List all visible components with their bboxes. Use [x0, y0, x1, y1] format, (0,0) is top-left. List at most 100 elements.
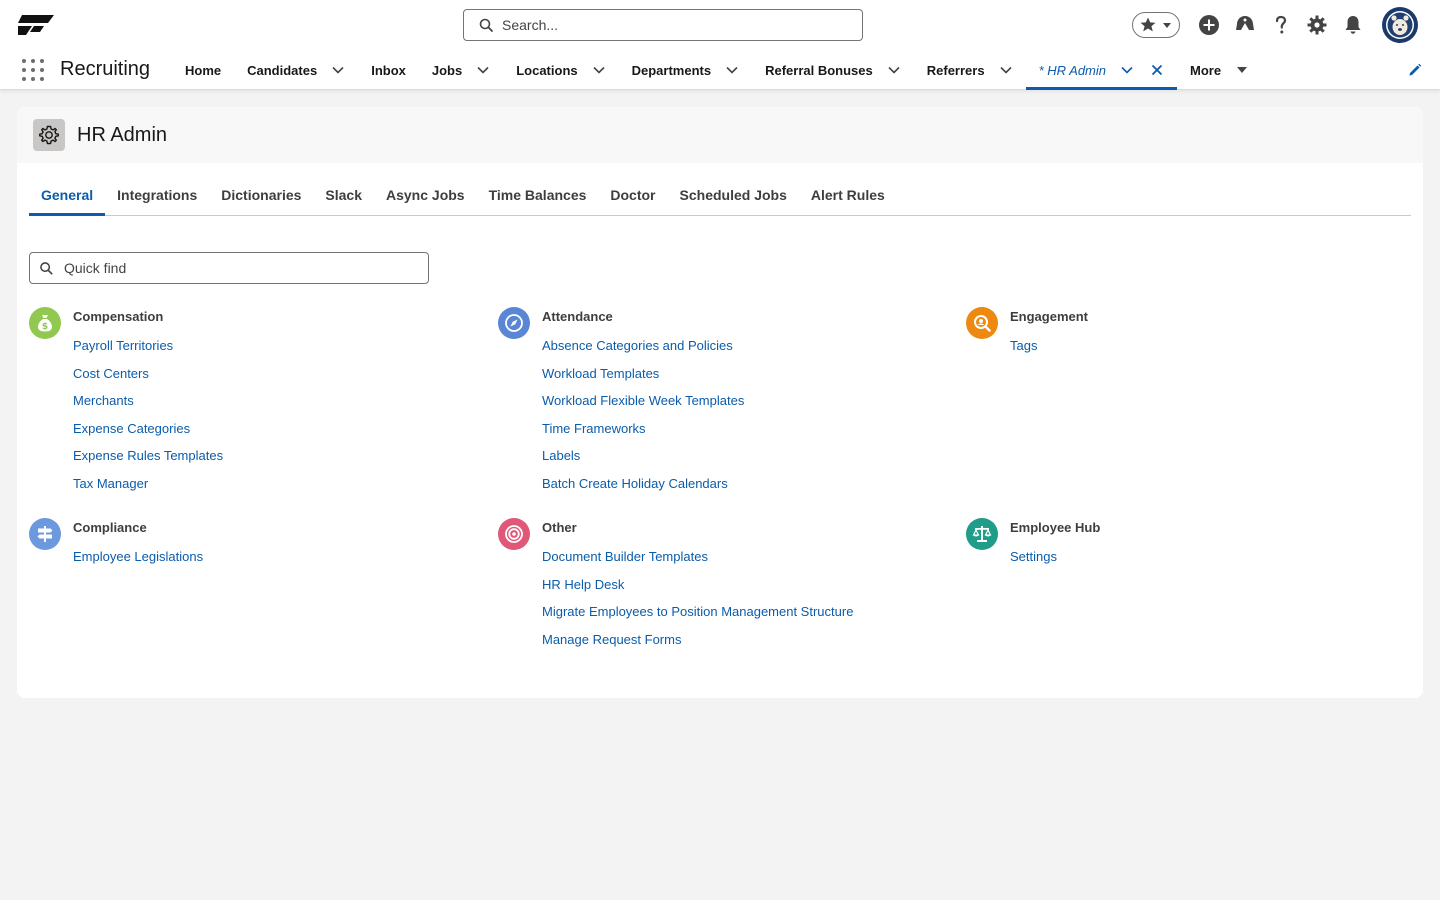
nav-item-jobs[interactable]: Jobs — [419, 50, 503, 90]
section-links: Absence Categories and Policies Workload… — [542, 338, 744, 503]
section-title: Employee Hub — [1010, 520, 1101, 535]
link-cost-centers[interactable]: Cost Centers — [73, 366, 223, 394]
nav-item-label: Locations — [516, 62, 578, 78]
page-header: HR Admin — [17, 107, 1423, 163]
quick-find-input[interactable]: Quick find — [29, 252, 429, 284]
help-button[interactable] — [1268, 12, 1294, 38]
link-tags[interactable]: Tags — [1010, 338, 1037, 366]
setup-gear-icon — [1307, 15, 1327, 35]
search-placeholder: Search... — [502, 17, 559, 33]
nav-item-home[interactable]: Home — [172, 50, 234, 90]
link-hr-help-desk[interactable]: HR Help Desk — [542, 577, 853, 605]
nav-item-label: Inbox — [371, 62, 406, 78]
nav-item-locations[interactable]: Locations — [503, 50, 618, 90]
favorites-star-icon[interactable] — [1138, 15, 1158, 35]
notifications-bell-icon — [1345, 16, 1361, 34]
nav-item-candidates[interactable]: Candidates — [234, 50, 358, 90]
link-expense-categories[interactable]: Expense Categories — [73, 421, 223, 449]
nav-item-more[interactable]: More — [1177, 50, 1262, 90]
engagement-search-icon — [966, 307, 998, 339]
link-workload-flexible-week-templates[interactable]: Workload Flexible Week Templates — [542, 393, 744, 421]
nav-item-label: Departments — [631, 62, 712, 78]
chevron-down-icon[interactable] — [887, 63, 901, 77]
app-name: Recruiting — [60, 58, 151, 80]
user-avatar[interactable] — [1382, 7, 1418, 43]
gear-icon — [39, 125, 59, 145]
tab-async-jobs[interactable]: Async Jobs — [374, 181, 477, 216]
chevron-down-icon[interactable] — [331, 63, 345, 77]
nav-item-label: Referrers — [926, 62, 985, 78]
link-settings[interactable]: Settings — [1010, 549, 1057, 577]
link-migrate-employees[interactable]: Migrate Employees to Position Management… — [542, 604, 853, 632]
tab-scheduled-jobs[interactable]: Scheduled Jobs — [668, 181, 799, 216]
chevron-down-icon[interactable] — [592, 63, 606, 77]
section-title: Compensation — [73, 309, 164, 324]
close-tab-icon[interactable] — [1150, 63, 1164, 77]
nav-item-referral-bonuses[interactable]: Referral Bonuses — [752, 50, 914, 90]
link-labels[interactable]: Labels — [542, 448, 744, 476]
admin-tabs: General Integrations Dictionaries Slack … — [29, 181, 1411, 216]
tab-dictionaries[interactable]: Dictionaries — [209, 181, 313, 216]
link-tax-manager[interactable]: Tax Manager — [73, 476, 223, 504]
tab-integrations[interactable]: Integrations — [105, 181, 209, 216]
nav-item-label: Home — [185, 62, 222, 78]
nav-item-label: Candidates — [247, 62, 318, 78]
page-title: HR Admin — [77, 124, 168, 146]
nav-item-inbox[interactable]: Inbox — [358, 50, 419, 90]
trailhead-button[interactable] — [1232, 12, 1258, 38]
org-logo-icon[interactable] — [18, 13, 54, 37]
tab-time-balances[interactable]: Time Balances — [477, 181, 599, 216]
trailhead-icon — [1236, 16, 1254, 30]
favorites-dropdown-icon[interactable] — [1161, 19, 1173, 31]
money-bag-icon: $ — [29, 307, 61, 339]
global-search-input[interactable]: Search... — [463, 9, 863, 41]
notifications-button[interactable] — [1340, 12, 1366, 38]
edit-nav-pencil-icon[interactable] — [1408, 63, 1422, 77]
section-title: Other — [542, 520, 577, 535]
chevron-down-icon[interactable] — [999, 63, 1013, 77]
link-batch-create-holiday-calendars[interactable]: Batch Create Holiday Calendars — [542, 476, 744, 504]
link-payroll-territories[interactable]: Payroll Territories — [73, 338, 223, 366]
nav-item-hr-admin[interactable]: * HR Admin — [1025, 50, 1178, 90]
add-icon — [1199, 15, 1219, 35]
link-merchants[interactable]: Merchants — [73, 393, 223, 421]
page-icon — [33, 119, 65, 151]
section-links: Tags — [1010, 338, 1037, 366]
link-time-frameworks[interactable]: Time Frameworks — [542, 421, 744, 449]
app-navigation-bar: Recruiting Home Candidates Inbox Jobs Lo… — [0, 50, 1440, 90]
tab-general[interactable]: General — [29, 181, 106, 216]
link-employee-legislations[interactable]: Employee Legislations — [73, 549, 203, 577]
link-manage-request-forms[interactable]: Manage Request Forms — [542, 632, 853, 660]
search-icon — [479, 18, 493, 32]
section-title: Attendance — [542, 309, 613, 324]
chevron-down-icon[interactable] — [1120, 63, 1134, 77]
tab-doctor[interactable]: Doctor — [598, 181, 667, 216]
app-launcher-icon[interactable] — [22, 59, 44, 81]
quick-find-placeholder: Quick find — [64, 260, 127, 276]
tab-slack[interactable]: Slack — [313, 181, 374, 216]
tab-alert-rules[interactable]: Alert Rules — [799, 181, 897, 216]
compass-icon — [498, 307, 530, 339]
svg-text:$: $ — [42, 322, 48, 332]
help-icon — [1275, 15, 1287, 34]
link-expense-rules-templates[interactable]: Expense Rules Templates — [73, 448, 223, 476]
nav-item-label: More — [1190, 62, 1222, 78]
link-workload-templates[interactable]: Workload Templates — [542, 366, 744, 394]
nav-item-referrers[interactable]: Referrers — [914, 50, 1026, 90]
favorites-button[interactable] — [1132, 12, 1180, 38]
global-add-button[interactable] — [1196, 12, 1222, 38]
setup-button[interactable] — [1304, 12, 1330, 38]
link-document-builder-templates[interactable]: Document Builder Templates — [542, 549, 853, 577]
caret-down-icon[interactable] — [1235, 63, 1249, 77]
link-absence-categories[interactable]: Absence Categories and Policies — [542, 338, 744, 366]
section-title: Compliance — [73, 520, 147, 535]
chevron-down-icon[interactable] — [725, 63, 739, 77]
nav-item-departments[interactable]: Departments — [619, 50, 752, 90]
hr-admin-card: HR Admin General Integrations Dictionari… — [17, 107, 1423, 698]
nav-item-label: * HR Admin — [1038, 62, 1107, 78]
chevron-down-icon[interactable] — [476, 63, 490, 77]
avatar-icon — [1386, 11, 1414, 39]
section-links: Employee Legislations — [73, 549, 203, 577]
header-actions — [1132, 7, 1418, 43]
nav-item-label: Jobs — [431, 62, 463, 78]
